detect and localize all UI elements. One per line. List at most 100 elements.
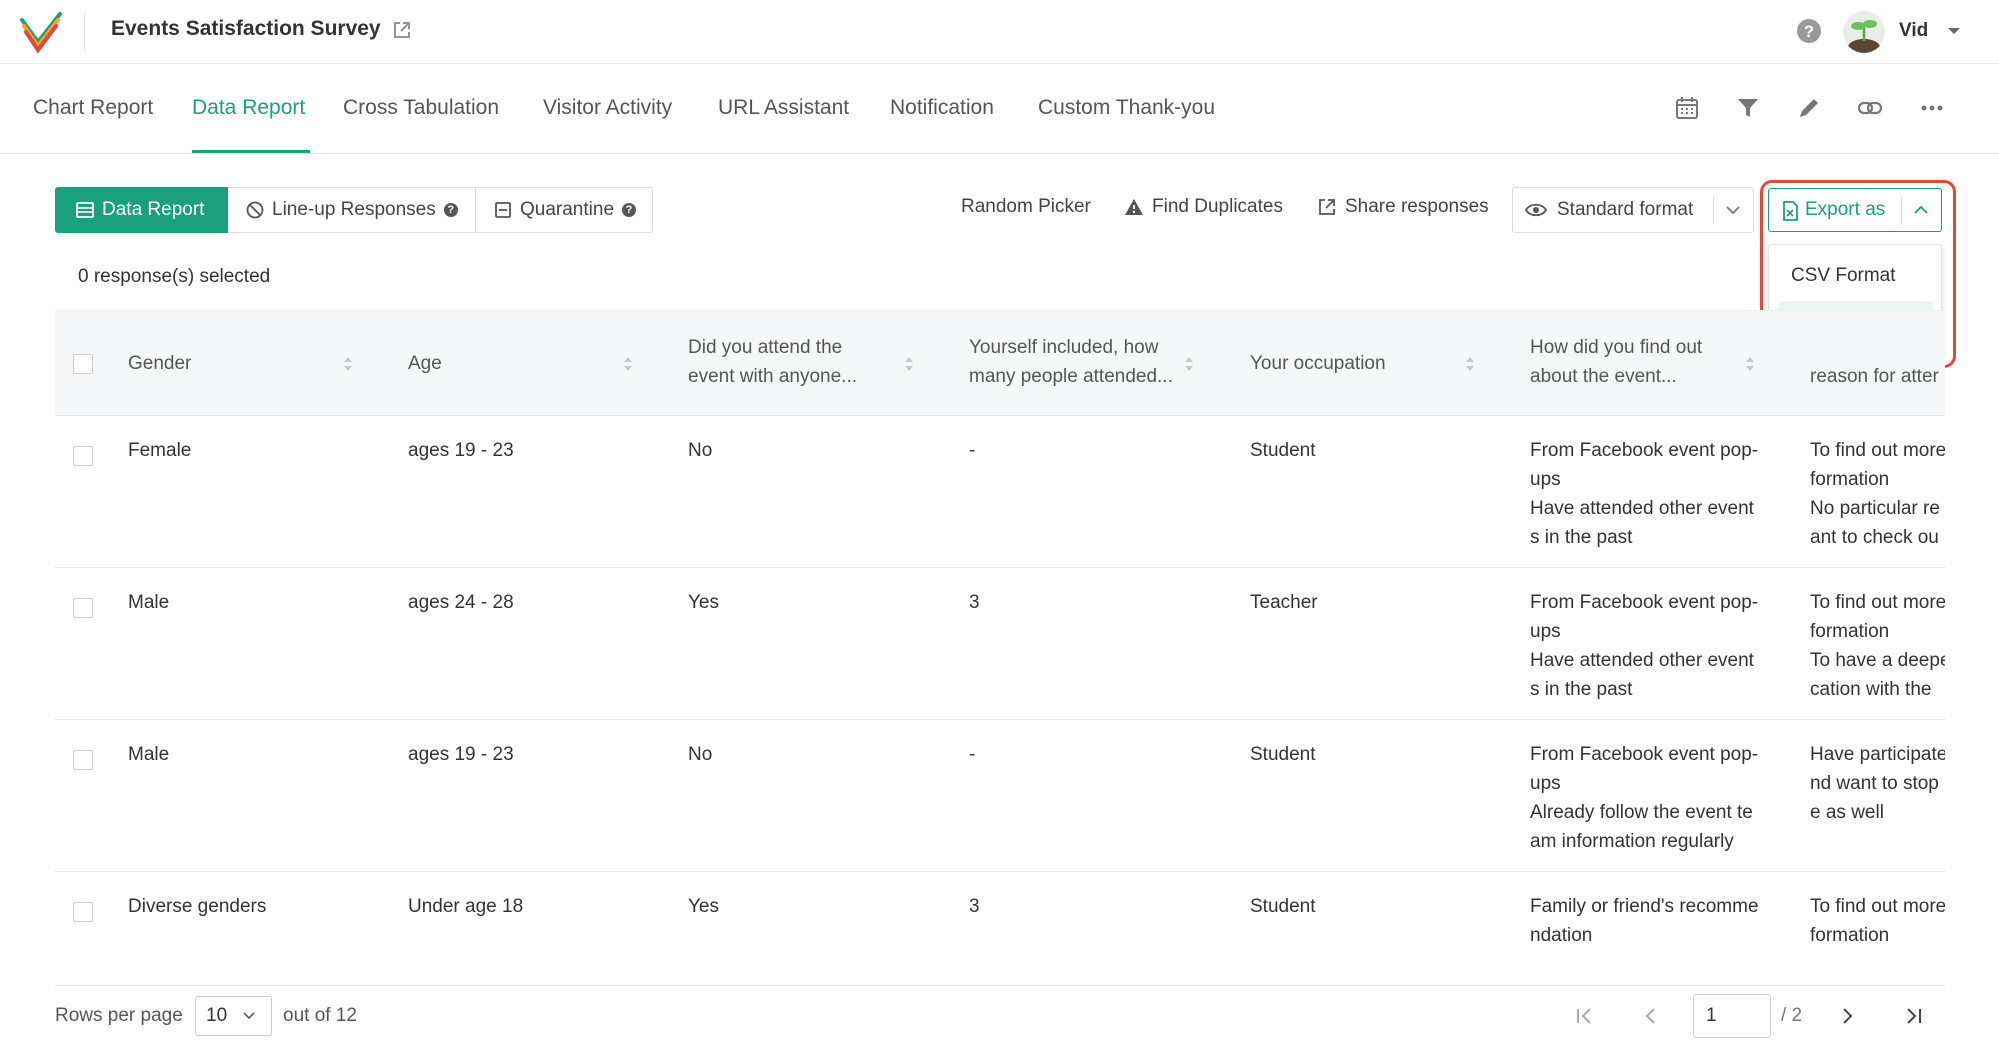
edit-icon[interactable] [1795, 94, 1823, 122]
table-header: Gender Age Did you attend the event with… [55, 310, 1945, 416]
row-checkbox[interactable] [73, 902, 93, 922]
user-name[interactable]: Vid [1899, 20, 1928, 42]
active-tab-indicator [192, 150, 310, 153]
data-report-label: Data Report [102, 199, 205, 220]
cell-found-out: From Facebook event pop- ups Have attend… [1530, 440, 1759, 548]
sort-icon[interactable] [1465, 356, 1475, 372]
previous-page-icon[interactable] [1640, 1004, 1662, 1028]
standard-format-select[interactable]: Standard format [1512, 187, 1754, 233]
last-page-icon[interactable] [1903, 1004, 1925, 1028]
tab-notification[interactable]: Notification [890, 96, 994, 120]
lineup-responses-label: Line-up Responses [272, 199, 436, 220]
page-number-input[interactable]: 1 [1693, 994, 1771, 1038]
column-header-people-count[interactable]: Yourself included, how many people atten… [969, 333, 1173, 391]
share-responses-button[interactable]: Share responses [1317, 196, 1489, 218]
column-header-reason[interactable]: reason for atter [1810, 362, 1945, 391]
cell-occupation: Student [1250, 896, 1316, 917]
caret-down-icon[interactable] [1946, 25, 1962, 37]
app-logo-icon[interactable] [18, 10, 64, 54]
table-icon [76, 202, 94, 218]
chevron-down-icon[interactable] [1725, 204, 1741, 216]
cell-reason: To find out more formation To have a dee… [1810, 592, 1945, 700]
filter-icon[interactable] [1734, 94, 1762, 122]
total-count: out of 12 [283, 1005, 357, 1026]
user-avatar[interactable] [1843, 11, 1885, 53]
eye-icon [1525, 203, 1547, 217]
link-icon[interactable] [1856, 94, 1884, 122]
row-checkbox[interactable] [73, 446, 93, 466]
cell-people-count: - [969, 440, 976, 461]
svg-text:?: ? [1804, 22, 1814, 41]
rows-per-page-select[interactable]: 10 [195, 996, 272, 1036]
sort-icon[interactable] [904, 356, 914, 372]
column-header-gender[interactable]: Gender [128, 349, 191, 378]
lineup-responses-button[interactable]: Line-up Responses ? [228, 187, 476, 233]
find-duplicates-label: Find Duplicates [1152, 196, 1283, 217]
table-row[interactable]: Male ages 24 - 28 Yes 3 Teacher From Fac… [55, 568, 1945, 720]
table-row[interactable]: Male ages 19 - 23 No - Student From Face… [55, 720, 1945, 872]
tab-cross-tabulation[interactable]: Cross Tabulation [343, 96, 499, 120]
cell-attend: Yes [688, 592, 719, 613]
lineup-info-icon[interactable]: ? [443, 203, 458, 217]
row-checkbox[interactable] [73, 598, 93, 618]
cell-occupation: Student [1250, 744, 1316, 765]
cell-people-count: - [969, 744, 976, 765]
sort-icon[interactable] [623, 356, 633, 372]
tab-chart-report[interactable]: Chart Report [33, 96, 153, 120]
quarantine-info-icon[interactable]: ? [622, 203, 637, 217]
sort-icon[interactable] [343, 356, 353, 372]
total-pages: / 2 [1781, 1005, 1803, 1026]
table-row[interactable]: Diverse genders Under age 18 Yes 3 Stude… [55, 872, 1945, 984]
cell-people-count: 3 [969, 592, 980, 613]
header-divider [84, 12, 85, 52]
sort-icon[interactable] [1745, 356, 1755, 372]
cell-occupation: Teacher [1250, 592, 1318, 613]
cell-age: ages 19 - 23 [408, 440, 514, 461]
tab-custom-thank-you[interactable]: Custom Thank-you [1038, 96, 1215, 120]
column-header-occupation[interactable]: Your occupation [1250, 349, 1386, 378]
select-divider [1713, 196, 1714, 224]
cell-gender: Diverse genders [128, 896, 267, 917]
quarantine-button[interactable]: Quarantine ? [475, 187, 653, 233]
cell-attend: No [688, 440, 713, 461]
quarantine-icon [495, 202, 511, 218]
row-checkbox[interactable] [73, 750, 93, 770]
table-row[interactable]: Female ages 19 - 23 No - Student From Fa… [55, 416, 1945, 568]
cell-age: Under age 18 [408, 896, 524, 917]
quarantine-label: Quarantine [520, 199, 615, 220]
rows-per-page-label: Rows per page [55, 1005, 183, 1026]
calendar-icon[interactable] [1673, 94, 1701, 122]
random-picker-label: Random Picker [961, 196, 1091, 217]
cell-reason: To find out more formation [1810, 896, 1945, 946]
top-header: Events Satisfaction Survey ? Vid [0, 0, 1999, 64]
share-icon [1319, 199, 1335, 215]
tab-visitor-activity[interactable]: Visitor Activity [543, 96, 672, 120]
next-page-icon[interactable] [1836, 1004, 1858, 1028]
cell-age: ages 19 - 23 [408, 744, 514, 765]
sort-icon[interactable] [1184, 356, 1194, 372]
tab-url-assistant[interactable]: URL Assistant [718, 96, 849, 120]
standard-format-label: Standard format [1557, 199, 1694, 220]
first-page-icon[interactable] [1573, 1004, 1595, 1028]
cell-found-out: Family or friend's recomme ndation [1530, 896, 1759, 946]
cell-reason: Have participate nd want to stop e as we… [1810, 744, 1945, 823]
external-link-icon[interactable] [392, 20, 412, 40]
find-duplicates-button[interactable]: Find Duplicates [1124, 196, 1283, 218]
cell-occupation: Student [1250, 440, 1316, 461]
report-nav: Chart Report Data Report Cross Tabulatio… [0, 64, 1999, 154]
random-picker-button[interactable]: Random Picker [961, 196, 1091, 218]
tab-data-report[interactable]: Data Report [192, 96, 305, 120]
more-options-icon[interactable] [1918, 94, 1946, 122]
cell-reason: To find out more formation No particular… [1810, 440, 1945, 548]
column-header-age[interactable]: Age [408, 349, 442, 378]
cell-attend: No [688, 744, 713, 765]
cell-found-out: From Facebook event pop- ups Already fol… [1530, 744, 1759, 852]
select-all-checkbox[interactable] [73, 354, 93, 374]
selection-count: 0 response(s) selected [78, 266, 271, 287]
footer-divider [55, 985, 1945, 986]
help-icon[interactable]: ? [1796, 18, 1822, 44]
data-report-button[interactable]: Data Report [55, 187, 228, 233]
column-header-attend[interactable]: Did you attend the event with anyone... [688, 333, 857, 391]
warning-icon [1125, 199, 1143, 215]
column-header-found-out[interactable]: How did you find out about the event... [1530, 333, 1702, 391]
